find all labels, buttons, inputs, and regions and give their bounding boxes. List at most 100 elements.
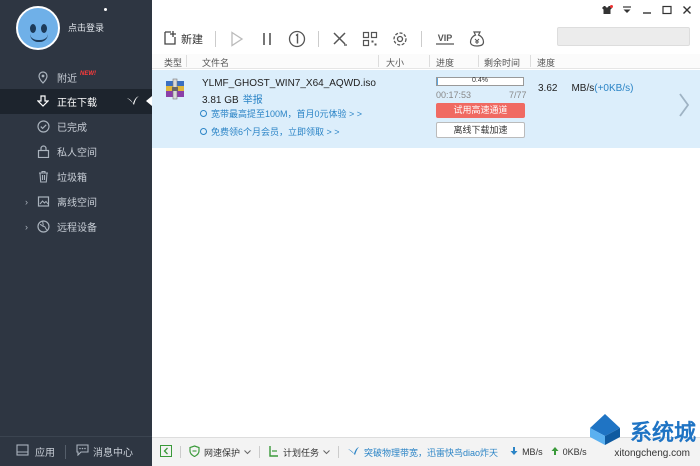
apps-button[interactable]: 应用 [16,444,55,459]
messages-button[interactable]: 消息中心 [76,444,133,459]
speed-protect-button[interactable]: 网速保护 [189,445,251,459]
priority-icon[interactable] [288,30,306,48]
sidebar-item-completed[interactable]: 已完成 [0,114,152,139]
download-speed-indicator: MB/s [510,446,543,458]
sidebar: 点击登录 附近 NEW! 正在下载 已完成 私人空间 垃圾箱 › 离线空间 › … [0,0,152,466]
file-name[interactable]: YLMF_GHOST_WIN7_X64_AQWD.iso [202,78,376,89]
collapse-arrow-icon[interactable] [160,445,172,459]
divider [180,446,181,458]
watermark-text: 系统城 [629,420,696,446]
chevron-down-icon [323,447,330,457]
title-bar [152,0,700,22]
circle-icon [200,110,207,117]
speed-protect-label: 网速保护 [204,447,241,458]
sidebar-item-downloading[interactable]: 正在下载 [0,89,152,114]
new-badge: NEW! [80,71,96,77]
col-size[interactable]: 大小 [386,56,404,69]
col-speed[interactable]: 速度 [537,56,555,69]
search-input[interactable] [557,27,690,46]
minimize-icon[interactable] [641,5,652,15]
download-arrow-icon [36,95,50,109]
check-circle-icon [36,120,50,134]
speed-value: 3.62 [538,83,558,94]
divider [65,444,66,459]
speed-unit: MB/s [571,83,595,94]
download-row[interactable]: YLMF_GHOST_WIN7_X64_AQWD.iso 3.81 GB 举报 宽… [152,70,700,148]
new-task-button[interactable]: 新建 [162,30,203,49]
avatar-mouth-icon [30,34,48,42]
col-type[interactable]: 类型 [164,56,182,69]
column-header: 类型 文件名 大小 进度 剩余时间 速度 [152,54,700,69]
divider [259,446,261,458]
new-file-icon [162,30,178,49]
remaining-time: 00:17:53 [436,90,472,100]
chevron-right-icon[interactable] [678,92,690,121]
close-icon[interactable] [681,5,692,15]
watermark-url: xitongcheng.com [614,448,690,459]
sidebar-item-private-space[interactable]: 私人空间 [0,139,152,164]
kuainiao-promo-text: 突破物理带宽，迅雷快鸟diao炸天 [364,447,499,458]
col-filename[interactable]: 文件名 [202,56,229,69]
maximize-icon[interactable] [661,5,672,15]
promo-text: 免费领6个月会员，立即领取 > > [211,127,340,137]
avatar-eye-icon [30,24,36,33]
sidebar-item-label: 正在下载 [57,98,97,109]
watermark-logo-icon [584,412,626,449]
promo-text: 宽带最高提至100M，首月0元体验 > > [211,109,363,119]
avatar[interactable] [16,6,60,50]
kuainiao-promo-link[interactable]: 突破物理带宽，迅雷快鸟diao炸天 [347,446,498,459]
divider [478,55,479,67]
divider [215,31,216,47]
play-icon[interactable] [228,30,246,48]
skin-icon[interactable] [601,5,613,15]
divider [530,55,531,67]
lock-icon [36,145,50,159]
sidebar-item-label: 远程设备 [57,223,97,234]
upload-speed-indicator: 0KB/s [551,446,587,458]
divider [338,446,340,458]
message-icon [76,444,89,459]
expand-arrow-icon[interactable]: › [25,197,28,207]
messages-label: 消息中心 [93,448,133,459]
sidebar-item-trash[interactable]: 垃圾箱 [0,164,152,189]
shield-icon [189,445,200,459]
sidebar-item-nearby[interactable]: 附近 NEW! [0,65,152,90]
menu-icon[interactable] [621,5,632,15]
sidebar-item-offline-space[interactable]: › 离线空间 [0,189,152,214]
promo-link-membership[interactable]: 免费领6个月会员，立即领取 > > [200,125,340,138]
window-controls [601,5,692,15]
circle-icon [200,128,207,135]
try-fast-channel-button[interactable]: 试用高速通道 [436,103,525,118]
divider [318,31,319,47]
login-link[interactable]: 点击登录 [68,21,104,34]
trash-icon [36,170,50,184]
image-folder-icon [36,195,50,209]
sidebar-item-remote-devices[interactable]: › 远程设备 [0,214,152,239]
bird-icon [347,446,360,459]
chevron-down-icon [244,447,251,457]
settings-gear-icon[interactable] [391,30,409,48]
download-arrow-icon [510,446,518,458]
col-progress[interactable]: 进度 [436,56,454,69]
sidebar-bottom-bar: 应用 消息中心 [0,436,152,466]
qr-code-icon[interactable] [361,30,379,48]
delete-icon[interactable] [331,30,349,48]
progress-bar: 0.4% [436,77,524,86]
sidebar-item-label: 垃圾箱 [57,173,87,184]
site-watermark: 系统城 xitongcheng.com [584,412,696,459]
coin-bag-icon[interactable] [468,30,486,48]
vip-icon[interactable]: VIP [434,30,456,48]
sidebar-item-label: 私人空间 [57,148,97,159]
pause-icon[interactable] [258,30,276,48]
location-icon [36,71,50,85]
col-remaining[interactable]: 剩余时间 [484,56,520,69]
scheduled-tasks-button[interactable]: 计划任务 [268,445,330,459]
report-link[interactable]: 举报 [243,95,263,106]
file-size: 3.81 GB [202,95,239,106]
expand-arrow-icon[interactable]: › [25,222,28,232]
upload-speed: (+0KB/s) [594,83,634,94]
divider [429,55,430,67]
promo-link-bandwidth[interactable]: 宽带最高提至100M，首月0元体验 > > [200,107,362,120]
offline-accelerate-button[interactable]: 离线下载加速 [436,122,525,138]
archive-file-icon [164,78,186,100]
